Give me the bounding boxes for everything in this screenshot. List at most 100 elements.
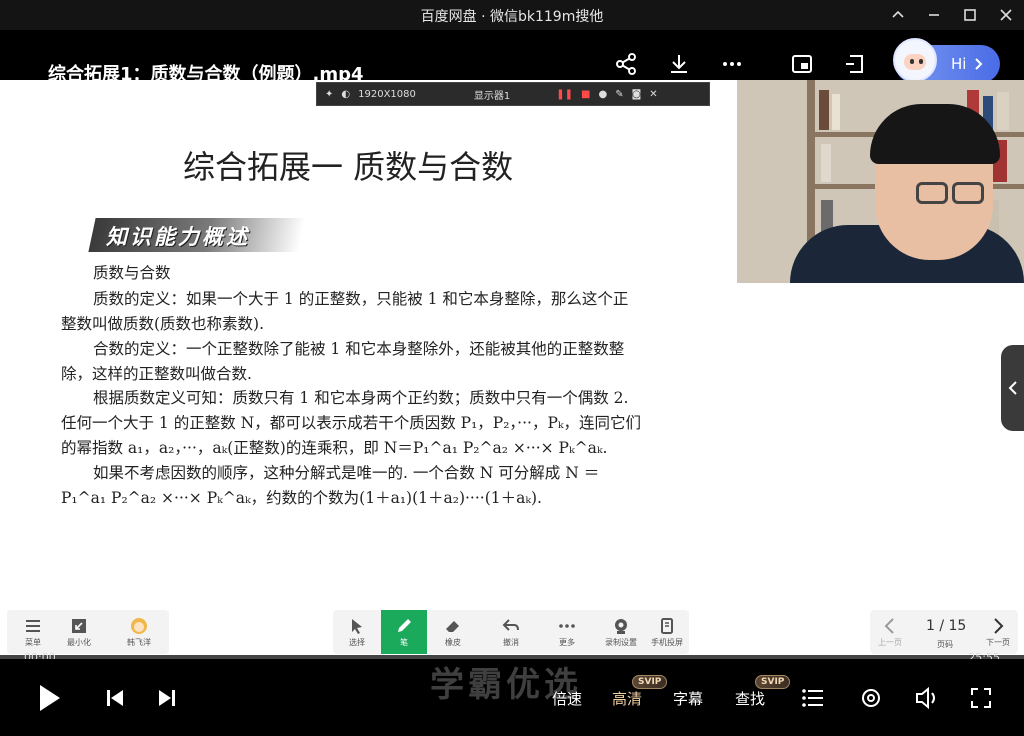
assistant-label: Hi [951,55,967,73]
glasses [952,182,984,204]
prev-page-icon [884,617,894,634]
tool-label: 选择 [349,637,365,647]
more-tool[interactable]: 更多 [545,610,589,654]
slide-line: 除，这样的正整数叫做合数. [61,365,252,383]
tool-label: 最小化 [67,637,91,647]
share-icon [616,53,636,75]
playlist-icon [802,689,823,707]
prev-page-button[interactable]: 上一页 [872,610,908,654]
whiteboard-left-toolbar: 菜单 最小化 韩飞洋 [7,610,169,654]
tool-label: 韩飞洋 [127,637,151,647]
glasses [916,182,948,204]
zoom-icon[interactable]: ● [598,89,607,100]
page-number: 1 / 15 [926,618,967,634]
window-controls [880,0,1024,30]
fullscreen-button[interactable] [968,685,994,711]
slide-line: 质数的定义：如果一个大于 1 的正整数，只能被 1 和它本身整除，那么这个正 [93,290,629,308]
pause-record-icon[interactable]: ❚❚ [556,89,573,100]
eraser-icon [446,620,459,632]
more-options-button[interactable] [718,50,746,78]
close-window-button[interactable] [988,0,1024,30]
tool-label: 更多 [559,637,575,647]
picture-in-picture-button[interactable] [788,50,816,78]
subtitle-button[interactable]: 字幕 [673,688,703,709]
player-header: 综合拓展1：质数与合数（例题）.mp4 [0,30,1024,85]
phone-cast-tool[interactable]: 手机投屏 [645,610,689,654]
eraser-tool[interactable]: 橡皮 [431,610,475,654]
skip-next-icon [159,690,175,706]
avatar-icon [131,617,147,634]
fullscreen-icon [971,688,991,708]
close-icon[interactable]: ✕ [649,89,657,100]
minimize-icon [72,618,86,633]
tool-label: 录制设置 [605,637,637,647]
player-controls: 学霸优选 倍速 高清 SVIP 字幕 查找 SVIP [0,659,1024,736]
more-icon [559,623,575,628]
volume-button[interactable] [914,685,940,711]
next-button[interactable] [154,685,180,711]
float-window-button[interactable] [842,50,870,78]
slide-line: 任何一个大于 1 的正整数 N，都可以表示成若干个质因数 P₁，P₂，···，P… [61,414,642,432]
phone-cast-icon [661,617,673,634]
float-window-icon [846,55,863,73]
tool-label: 上一页 [878,637,902,647]
camera-icon[interactable]: ◙ [632,89,642,100]
playlist-button[interactable] [800,685,826,711]
minimize-window-button[interactable] [916,0,952,30]
slide-line: 如果不考虑因数的顺序，这种分解式是唯一的. 一个合数 N 可分解成 N ＝ [93,464,600,482]
undo-tool[interactable]: 撤消 [489,610,533,654]
settings-button[interactable] [858,685,884,711]
quality-button[interactable]: 高清 [612,688,642,709]
contrast-icon[interactable]: ◐ [341,89,350,100]
previous-button[interactable] [102,685,128,711]
draw-icon[interactable]: ✎ [615,89,623,100]
undo-icon [502,618,519,631]
record-settings-tool[interactable]: 录制设置 [597,610,645,654]
side-panel-toggle[interactable] [1001,345,1024,431]
svip-badge: SVIP [632,675,668,689]
record-settings-icon [615,618,627,634]
menu-icon [26,619,40,632]
ai-assistant-button[interactable]: Hi [893,38,1000,83]
screen-record-toolbar: ✦ ◐ 1920X1080 显示器1 ❚❚ ■ ● ✎ ◙ ✕ [316,82,710,106]
slide-line: 整数叫做质数(质数也称素数). [61,315,265,333]
search-button[interactable]: 查找 [735,688,765,709]
settings-icon [862,689,880,707]
tool-label: 下一页 [986,637,1010,647]
slide-line: 合数的定义：一个正整数除了能被 1 和它本身整除外，还能被其他的正整数整 [93,340,625,358]
section-tag: 知识能力概述 [106,225,250,249]
maximize-icon [964,9,976,21]
play-icon [40,685,60,711]
slide-line: 质数与合数 [93,264,171,282]
menu-tool[interactable]: 菜单 [11,610,55,654]
maximize-window-button[interactable] [952,0,988,30]
user-tool[interactable]: 韩飞洋 [115,610,163,654]
window-title: 百度网盘 · 微信bk119m搜他 [420,9,604,25]
pin-window-button[interactable] [880,0,916,30]
whiteboard-main-toolbar: 选择 笔 橡皮 撤消 更多 录制设置 手机投屏 [333,610,689,654]
next-page-button[interactable]: 下一页 [980,610,1016,654]
select-tool[interactable]: 选择 [335,610,379,654]
slide-line: 根据质数定义可知：质数只有 1 和它本身两个正约数；质数中只有一个偶数 2. [93,389,629,407]
pin-icon[interactable]: ✦ [325,89,333,100]
share-button[interactable] [612,50,640,78]
pen-icon [398,618,411,632]
close-icon [1000,9,1012,21]
assistant-avatar-icon [893,38,937,82]
resolution-label: 1920X1080 [358,88,416,100]
chevron-left-icon [1008,381,1017,395]
stop-record-icon[interactable]: ■ [581,89,590,100]
download-button[interactable] [665,50,693,78]
slide-line: 的幂指数 a₁，a₂，···，aₖ(正整数)的连乘积，即 N＝P₁^a₁ P₂^… [61,439,608,457]
tool-label: 手机投屏 [651,637,683,647]
title-bar: 百度网盘 · 微信bk119m搜他 [0,0,1024,30]
play-button[interactable] [32,681,66,715]
pen-tool[interactable]: 笔 [381,610,427,654]
pin-icon [892,10,904,18]
tool-label: 菜单 [25,637,41,647]
speed-button[interactable]: 倍速 [552,688,582,709]
svip-badge: SVIP [755,675,791,689]
display-label: 显示器1 [473,90,511,102]
slide-line: P₁^a₁ P₂^a₂ ×···× Pₖ^aₖ，约数的个数为(1＋a₁)(1＋a… [61,489,542,507]
minimize-tool[interactable]: 最小化 [57,610,101,654]
